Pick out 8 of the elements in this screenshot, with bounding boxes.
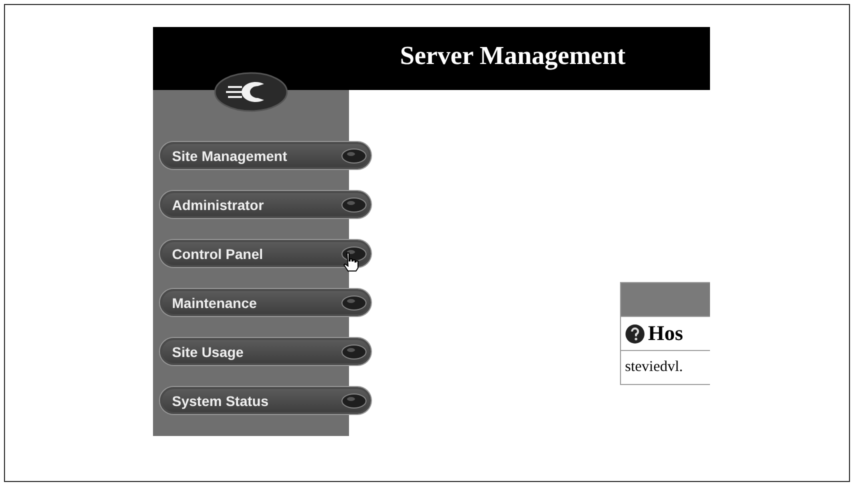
menu-button[interactable]: Administrator [160,191,371,218]
page-title: Server Management [400,41,626,71]
menu-button[interactable]: System Status [160,387,371,414]
menu-button[interactable]: Site Usage [160,338,371,365]
table-cell: steviedvl. [625,359,683,376]
menu-button[interactable]: Maintenance [160,289,371,316]
menu-button[interactable]: Site Management [160,142,371,169]
table-heading: Hos [648,321,684,346]
